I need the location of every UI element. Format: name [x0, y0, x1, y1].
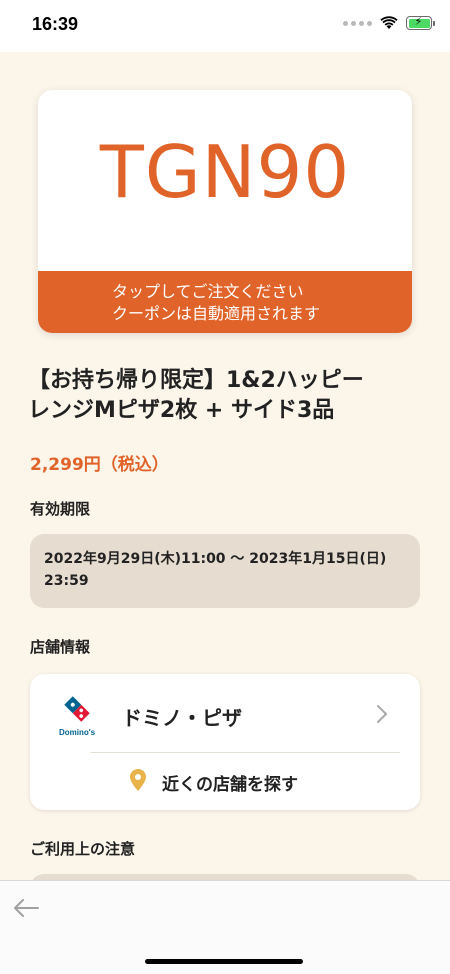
store-info-label: 店舗情報: [30, 638, 91, 656]
home-indicator: [145, 959, 303, 964]
dominos-logo: Domino's: [59, 696, 96, 737]
coupon-footer-line1: タップしてご注文ください: [112, 282, 304, 301]
store-divider: [90, 752, 400, 753]
battery-icon: ⚡: [406, 15, 435, 30]
product-title-line1: 【お持ち帰り限定】1&2ハッピー: [28, 368, 364, 393]
back-arrow-icon[interactable]: [12, 897, 40, 919]
signal-icon: [343, 20, 372, 26]
validity-line1: 2022年9月29日(木)11:00 〜 2023年1月15日(日): [44, 551, 387, 567]
product-title-line2: レンジMピザ2枚 + サイド3品: [28, 398, 335, 423]
store-name: ドミノ・ピザ: [122, 706, 242, 730]
find-nearby-stores-label: 近くの店舗を探す: [162, 775, 298, 795]
store-row[interactable]: Domino's ドミノ・ピザ: [30, 674, 420, 752]
product-price: 2,299円（税込）: [30, 455, 169, 475]
store-card: Domino's ドミノ・ピザ 近くの店舗を探す: [30, 674, 420, 810]
svg-text:Domino's: Domino's: [59, 728, 96, 737]
validity-line2: 23:59: [44, 573, 89, 589]
chevron-right-icon: [377, 705, 387, 723]
coupon-code: TGN90: [99, 130, 351, 214]
status-icons: ⚡: [343, 15, 435, 30]
status-time: 16:39: [32, 14, 79, 34]
validity-box: 2022年9月29日(木)11:00 〜 2023年1月15日(日) 23:59: [30, 534, 420, 608]
coupon-footer-line2: クーポンは自動適用されます: [112, 304, 321, 323]
product-title: 【お持ち帰り限定】1&2ハッピー レンジMピザ2枚 + サイド3品: [28, 366, 428, 426]
find-nearby-stores-button[interactable]: 近くの店舗を探す: [30, 754, 420, 810]
notes-label: ご利用上の注意: [30, 840, 136, 858]
validity-label: 有効期限: [30, 500, 91, 518]
location-pin-icon: [130, 769, 146, 791]
bottom-toolbar: [0, 880, 450, 974]
coupon-footer[interactable]: タップしてご注文ください クーポンは自動適用されます: [38, 271, 412, 333]
status-bar: 16:39 ⚡: [0, 0, 450, 52]
coupon-card[interactable]: TGN90 タップしてご注文ください クーポンは自動適用されます: [38, 90, 412, 333]
wifi-icon: [380, 16, 398, 29]
